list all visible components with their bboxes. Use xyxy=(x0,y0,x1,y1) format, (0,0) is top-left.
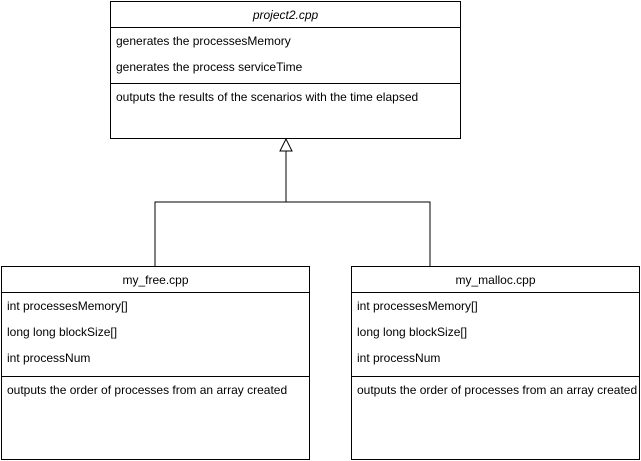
attribute: generates the processesMemory xyxy=(116,34,291,48)
attribute: long long blockSize[] xyxy=(7,325,118,339)
class-title: my_free.cpp xyxy=(2,267,309,293)
methods-compartment: outputs the order of processes from an a… xyxy=(352,377,639,403)
attribute: int processNum xyxy=(357,351,441,365)
method: outputs the order of processes from an a… xyxy=(7,383,288,397)
class-title: my_malloc.cpp xyxy=(352,267,639,293)
attribute: generates the process serviceTime xyxy=(116,60,303,74)
attributes-compartment: int processesMemory[] long long blockSiz… xyxy=(352,293,639,377)
class-my-malloc[interactable]: my_malloc.cpp int processesMemory[] long… xyxy=(351,266,640,460)
methods-compartment: outputs the order of processes from an a… xyxy=(2,377,309,403)
attribute: long long blockSize[] xyxy=(357,325,468,339)
method: outputs the order of processes from an a… xyxy=(357,383,638,397)
inheritance-line-right xyxy=(286,201,431,266)
class-title: project2.cpp xyxy=(111,2,460,28)
attribute: int processesMemory[] xyxy=(357,299,478,313)
attributes-compartment: generates the processesMemory generates … xyxy=(111,28,460,84)
inheritance-arrowhead xyxy=(279,137,293,152)
method: outputs the results of the scenarios wit… xyxy=(116,90,419,104)
attribute: int processNum xyxy=(7,351,91,365)
class-project2[interactable]: project2.cpp generates the processesMemo… xyxy=(110,1,461,139)
methods-compartment: outputs the results of the scenarios wit… xyxy=(111,84,460,110)
inheritance-line-left xyxy=(154,151,287,266)
class-my-free[interactable]: my_free.cpp int processesMemory[] long l… xyxy=(1,266,310,460)
attribute: int processesMemory[] xyxy=(7,299,128,313)
attributes-compartment: int processesMemory[] long long blockSiz… xyxy=(2,293,309,377)
